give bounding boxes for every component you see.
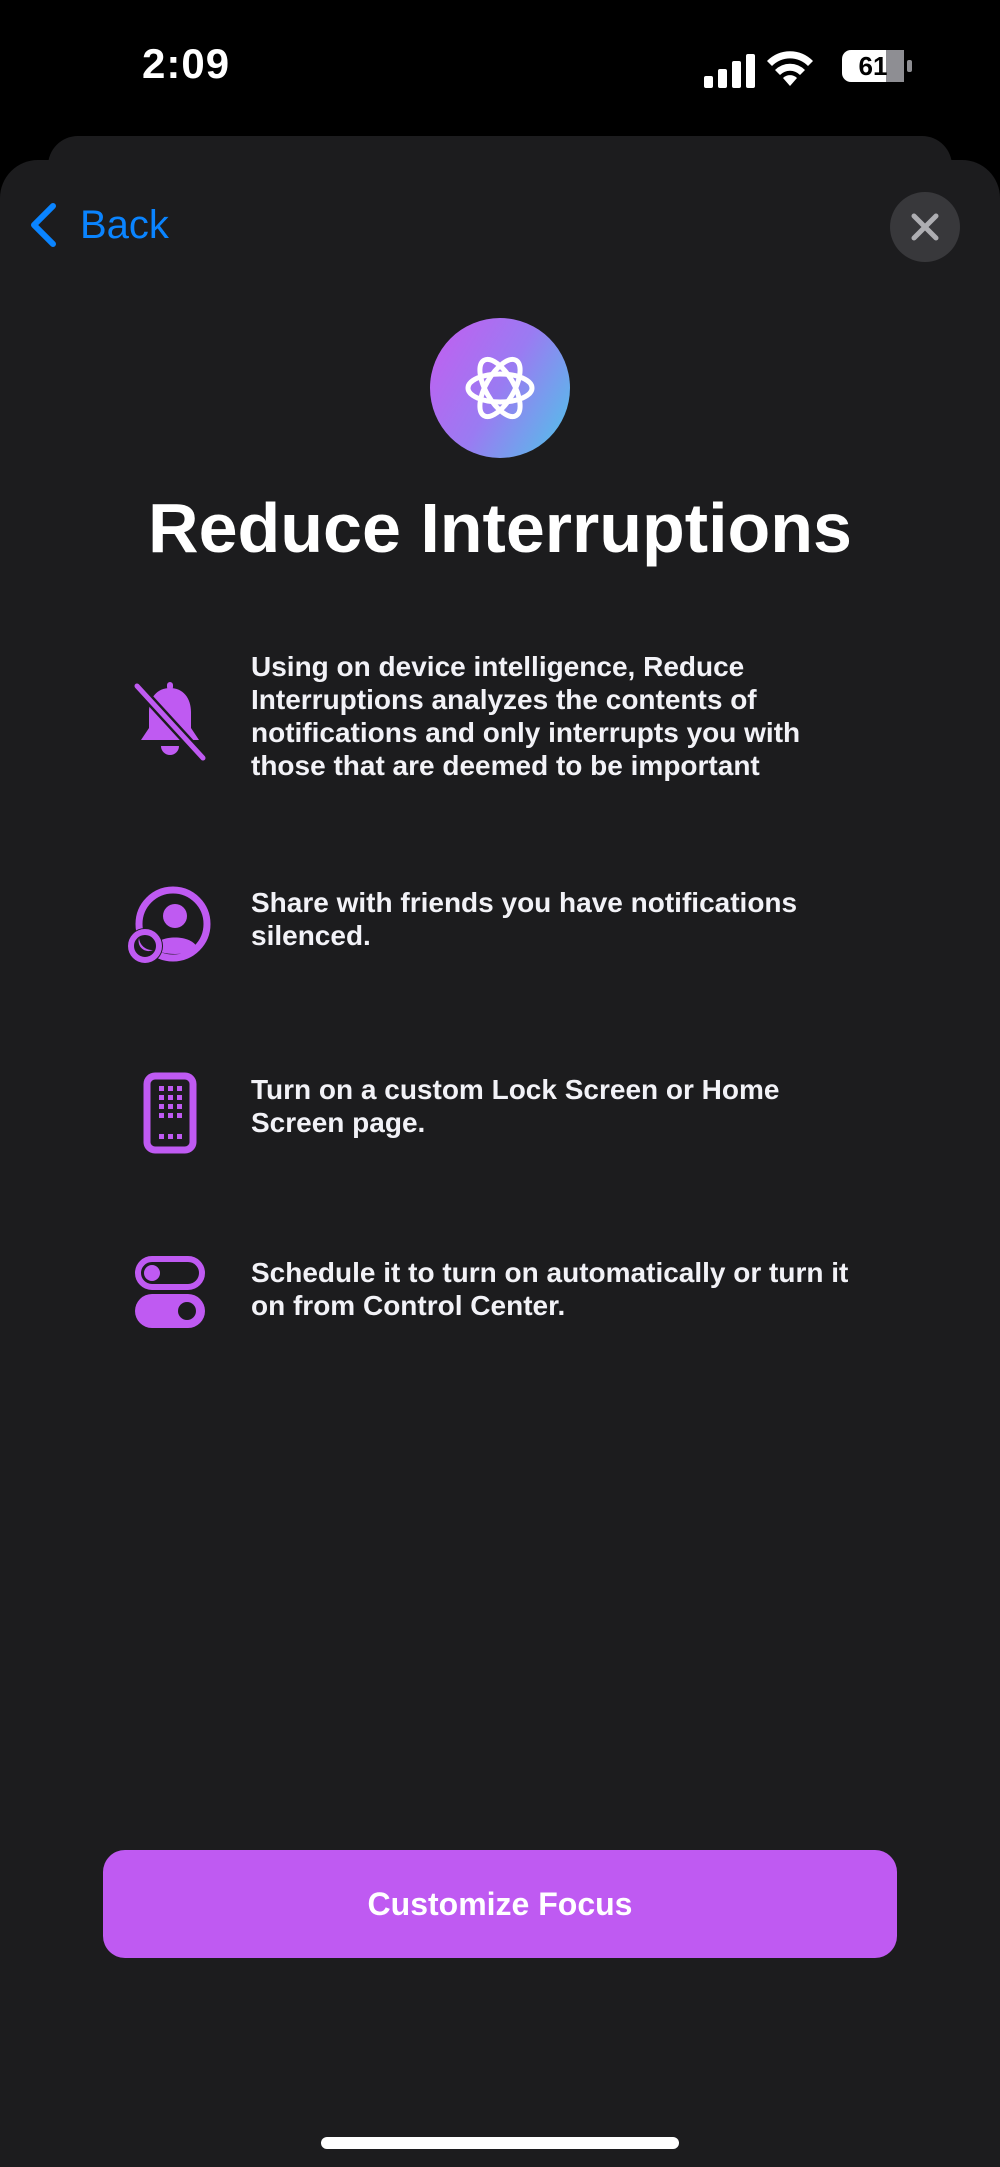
- feature-text: Using on device intelligence, Reduce Int…: [251, 651, 801, 781]
- status-time: 2:09: [142, 40, 231, 87]
- wifi-icon: [767, 51, 813, 86]
- home-indicator[interactable]: [321, 2137, 679, 2149]
- feature-text: Turn on a custom Lock Screen or Home Scr…: [251, 1074, 780, 1138]
- phone-grid-icon: [120, 1063, 220, 1163]
- customize-focus-button[interactable]: Customize Focus: [103, 1850, 897, 1958]
- chevron-left-icon: [31, 203, 56, 247]
- close-button[interactable]: [890, 192, 960, 262]
- close-icon: [911, 213, 939, 241]
- feature-row: Share with friends you have notification…: [0, 886, 1000, 966]
- page-title: Reduce Interruptions: [148, 489, 852, 567]
- person-moon-icon: [120, 876, 220, 976]
- feature-row: Schedule it to turn on automatically or …: [0, 1256, 1000, 1336]
- feature-row: Using on device intelligence, Reduce Int…: [0, 650, 1000, 790]
- intelligence-star-icon: [465, 356, 535, 420]
- back-label: Back: [80, 202, 169, 247]
- battery-icon: 61: [842, 46, 914, 86]
- cellular-signal-icon: [704, 54, 755, 88]
- reduce-interruptions-icon: [430, 318, 570, 458]
- toggles-icon: [120, 1242, 220, 1342]
- bell-slash-icon: [120, 672, 220, 772]
- feature-text: Schedule it to turn on automatically or …: [251, 1257, 849, 1321]
- status-bar: 2:09 61: [0, 0, 1000, 135]
- battery-level: 61: [858, 51, 888, 81]
- feature-text: Share with friends you have notification…: [251, 887, 798, 951]
- feature-row: Turn on a custom Lock Screen or Home Scr…: [0, 1072, 1000, 1154]
- back-button[interactable]: Back: [28, 200, 169, 250]
